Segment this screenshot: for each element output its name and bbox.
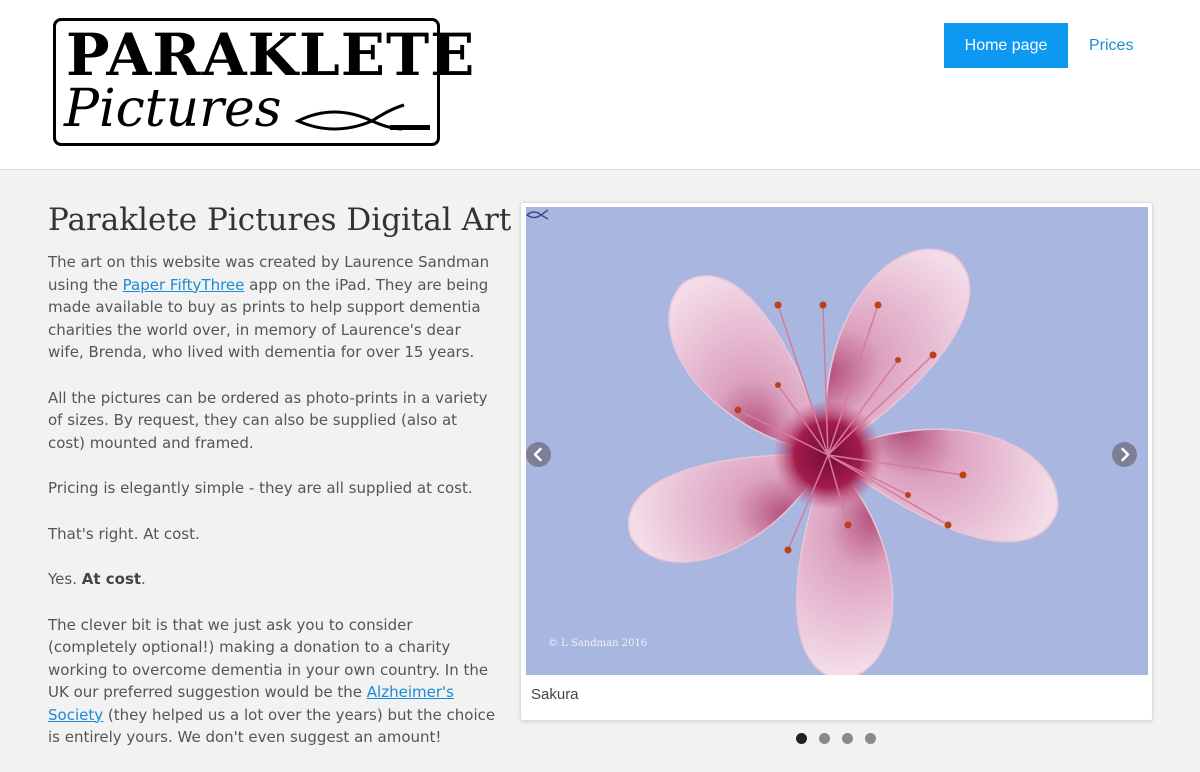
ordering-paragraph: All the pictures can be ordered as photo… xyxy=(48,388,488,452)
slide-caption: Sakura xyxy=(531,686,579,703)
carousel-dot-4[interactable] xyxy=(865,733,876,744)
emphasis-text: At cost xyxy=(81,570,142,588)
logo-title: PARAKLETE xyxy=(66,21,476,89)
carousel-dot-3[interactable] xyxy=(842,733,853,744)
image-carousel: © L Sandman 2016 Sakura xyxy=(520,202,1153,721)
fish-signature-icon xyxy=(526,209,549,220)
text-segment: . xyxy=(141,570,146,588)
intro-text: The art on this website was created by L… xyxy=(48,251,498,772)
paper-fiftythree-link[interactable]: Paper FiftyThree xyxy=(123,276,245,294)
nav-prices-link[interactable]: Prices xyxy=(1089,23,1133,68)
carousel-dot-2[interactable] xyxy=(819,733,830,744)
yes-at-cost-paragraph: Yes. At cost. xyxy=(48,568,498,591)
cherry-blossom-image xyxy=(628,248,1059,675)
copyright-text: © L Sandman 2016 xyxy=(548,638,648,649)
page-title: Paraklete Pictures Digital Art xyxy=(48,202,512,238)
text-segment: Yes. xyxy=(48,570,82,588)
at-cost-paragraph: That's right. At cost. xyxy=(48,524,200,543)
nav-home-button[interactable]: Home page xyxy=(944,23,1068,68)
logo-subtitle: Pictures xyxy=(64,79,282,139)
carousel-slide-image[interactable]: © L Sandman 2016 xyxy=(526,207,1148,675)
chevron-right-icon xyxy=(1121,447,1130,462)
fish-icon xyxy=(294,103,430,131)
carousel-prev-button[interactable] xyxy=(526,442,551,467)
pricing-paragraph: Pricing is elegantly simple - they are a… xyxy=(48,479,473,497)
donation-paragraph: The clever bit is that we just ask you t… xyxy=(48,614,498,749)
carousel-dot-1[interactable] xyxy=(796,733,807,744)
paraklete-logo[interactable]: PARAKLETE Pictures xyxy=(53,18,474,146)
intro-paragraph: The art on this website was created by L… xyxy=(48,251,498,364)
chevron-left-icon xyxy=(533,447,542,462)
carousel-next-button[interactable] xyxy=(1112,442,1137,467)
site-header: PARAKLETE Pictures Home page Prices xyxy=(0,0,1200,170)
